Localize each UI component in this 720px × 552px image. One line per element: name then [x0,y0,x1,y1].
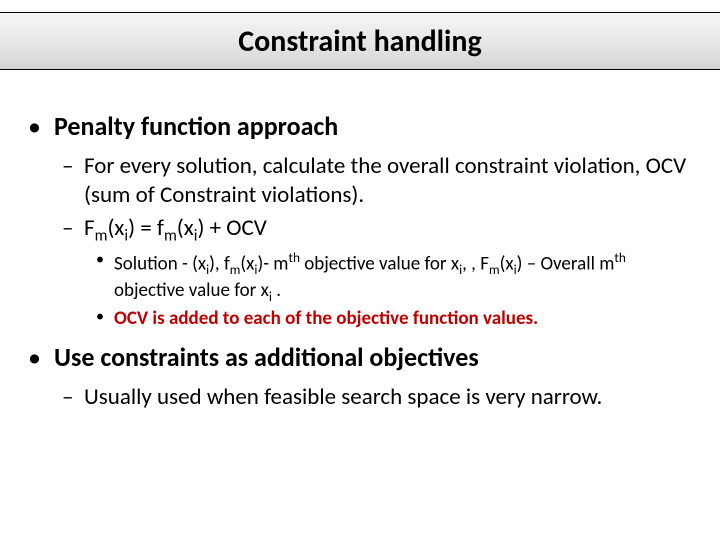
slide-body: • Penalty function approach – For every … [0,70,720,412]
subsub-solution: • Solution - (xi), fm(xi)- mth objective… [96,250,692,305]
dash-icon: – [62,383,84,412]
bullet-penalty: • Penalty function approach [28,110,692,142]
subbullet-formula: – Fm(xi) = fm(xi) + OCV [62,214,692,247]
bullet-text: Penalty function approach [54,110,338,142]
title-bar: Constraint handling [0,12,720,70]
bullet-constraints: • Use constraints as additional objectiv… [28,341,692,373]
subbullet-ocv-desc: – For every solution, calculate the over… [62,152,692,210]
bullet-dot: • [96,250,114,305]
solution-text: Solution - (xi), fm(xi)- mth objective v… [114,250,692,305]
subsub-ocv-red: • OCV is added to each of the objective … [96,307,692,331]
dash-icon: – [62,152,84,210]
slide-title: Constraint handling [238,23,482,60]
dash-icon: – [62,214,84,247]
subbullet-text: For every solution, calculate the overal… [84,152,692,210]
subbullet-narrow: – Usually used when feasible search spac… [62,383,692,412]
bullet-text: Use constraints as additional objectives [54,341,479,373]
red-text: OCV is added to each of the objective fu… [114,307,538,331]
bullet-dot: • [96,307,114,331]
bullet-dot: • [28,341,54,373]
subbullet-text: Usually used when feasible search space … [84,383,602,412]
formula-text: Fm(xi) = fm(xi) + OCV [84,214,267,247]
bullet-dot: • [28,110,54,142]
